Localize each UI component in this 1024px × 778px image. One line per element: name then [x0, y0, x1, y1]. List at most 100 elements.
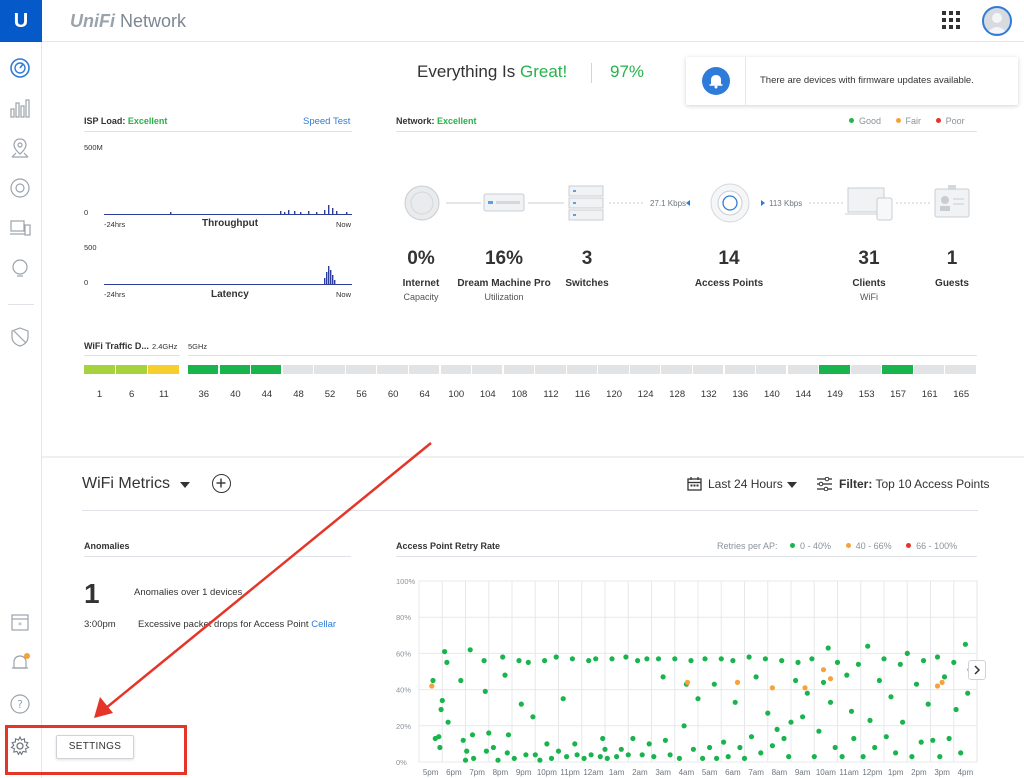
- retry-point: [644, 656, 650, 662]
- retry-point: [602, 746, 608, 752]
- retry-point: [781, 735, 787, 742]
- guests-value: 1: [946, 248, 958, 269]
- dashboard-icon[interactable]: [9, 57, 31, 79]
- throughput-ymax: 500M: [84, 143, 103, 152]
- retry-point: [734, 679, 741, 685]
- retry-point: [623, 654, 629, 660]
- channel-label-6: 6: [129, 389, 135, 400]
- retry-point: [758, 750, 764, 756]
- wifi-metrics-title[interactable]: WiFi Metrics: [82, 475, 170, 493]
- retry-point: [437, 744, 443, 751]
- retry-point: [753, 674, 759, 680]
- retry-point: [825, 645, 831, 651]
- anomaly-text: Excessive packet drops for Access Point: [138, 619, 309, 630]
- map-icon[interactable]: [9, 137, 31, 159]
- retry-legend-high-dot: [906, 543, 912, 548]
- chart-x-tick: 5am: [702, 768, 718, 777]
- channel-label-132: 132: [700, 389, 717, 400]
- channel-label-144: 144: [795, 389, 812, 400]
- chart-y-tick: 60%: [396, 649, 411, 658]
- retry-point: [469, 732, 476, 738]
- retry-legend-label: Retries per AP:: [717, 541, 778, 551]
- clients-devices-icon: [845, 187, 893, 221]
- retry-legend-low: 0 - 40%: [800, 541, 832, 551]
- channel-label-165: 165: [953, 389, 970, 400]
- retry-point: [458, 677, 464, 684]
- retry-point: [511, 755, 517, 761]
- guests-label: Guests: [935, 278, 969, 289]
- retry-point: [702, 656, 708, 662]
- retry-point: [490, 744, 496, 751]
- channel-label-161: 161: [921, 389, 938, 400]
- channel-bar-52: [314, 365, 345, 374]
- channel-label-36: 36: [198, 389, 210, 400]
- retry-point: [786, 754, 792, 760]
- retry-point: [462, 757, 469, 763]
- events-calendar-icon[interactable]: *: [9, 611, 31, 633]
- filter-icon[interactable]: [817, 477, 832, 491]
- retry-rate-title: Access Point Retry Rate: [396, 541, 501, 551]
- chart-x-tick: 9pm: [516, 768, 532, 777]
- chart-next-button[interactable]: [968, 660, 986, 680]
- retry-point: [581, 755, 587, 761]
- user-avatar[interactable]: [982, 6, 1012, 36]
- clients-icon[interactable]: [9, 217, 31, 239]
- retry-point: [662, 737, 668, 743]
- retry-point: [827, 699, 834, 705]
- isp-load-label: ISP Load: Excellent: [84, 116, 167, 126]
- channel-label-44: 44: [261, 389, 273, 400]
- devices-icon[interactable]: [9, 177, 31, 199]
- legend-good-label: Good: [859, 116, 882, 126]
- sidebar: * ?: [0, 42, 42, 778]
- unifi-logo[interactable]: U: [0, 0, 42, 42]
- retry-point: [876, 677, 882, 684]
- alerts-bell-icon[interactable]: [9, 652, 31, 674]
- channel-label-64: 64: [419, 389, 430, 400]
- retry-point: [958, 750, 964, 756]
- network-topology: 27.1 Kbps 113 Kbps: [404, 183, 970, 223]
- retry-point: [865, 643, 871, 649]
- retry-point: [542, 658, 548, 664]
- firmware-notification[interactable]: There are devices with firmware updates …: [686, 57, 1018, 105]
- range-chevron-down-icon[interactable]: [787, 482, 797, 488]
- channel-bar-144: [787, 365, 818, 374]
- chart-x-tick: 5pm: [423, 768, 439, 777]
- network-divider: [396, 131, 977, 132]
- help-icon[interactable]: ?: [9, 693, 31, 715]
- insights-icon[interactable]: [9, 257, 31, 279]
- retry-point: [730, 658, 736, 664]
- throughput-ymin: 0: [84, 208, 89, 217]
- retry-point: [486, 730, 492, 736]
- retry-divider: [396, 556, 977, 557]
- time-range-select[interactable]: Last 24 Hours: [708, 477, 783, 491]
- anomaly-time: 3:00pm: [84, 619, 116, 630]
- overall-status: Everything Is Great!: [417, 62, 567, 82]
- threat-management-icon[interactable]: [9, 326, 31, 348]
- retry-point: [681, 723, 687, 729]
- anomaly-device-link[interactable]: Cellar: [311, 619, 336, 630]
- apps-grid-icon[interactable]: [942, 11, 962, 31]
- channel-bar-11: [148, 365, 180, 374]
- speed-test-link[interactable]: Speed Test: [303, 116, 350, 127]
- calendar-icon[interactable]: [687, 476, 702, 491]
- retry-point: [827, 676, 834, 682]
- chevron-down-icon[interactable]: [180, 482, 190, 488]
- network-title: Network:: [396, 116, 435, 126]
- retry-point: [672, 656, 678, 662]
- retry-point: [523, 752, 529, 758]
- channel-bar-112: [535, 365, 566, 374]
- retry-legend-low-dot: [790, 543, 796, 548]
- filter-select[interactable]: Filter: Top 10 Access Points: [839, 477, 990, 491]
- channel-bar-116: [566, 365, 598, 374]
- latency-spike: [330, 270, 332, 284]
- chart-x-tick: 3pm: [934, 768, 950, 777]
- retry-point: [844, 672, 850, 678]
- add-metric-button[interactable]: [212, 474, 231, 493]
- access-points-value: 14: [718, 248, 740, 269]
- retry-point: [802, 685, 808, 691]
- retry-point: [460, 737, 466, 743]
- retry-point: [765, 710, 771, 716]
- retry-point: [588, 752, 594, 758]
- retry-point: [867, 717, 873, 723]
- statistics-icon[interactable]: [9, 97, 31, 119]
